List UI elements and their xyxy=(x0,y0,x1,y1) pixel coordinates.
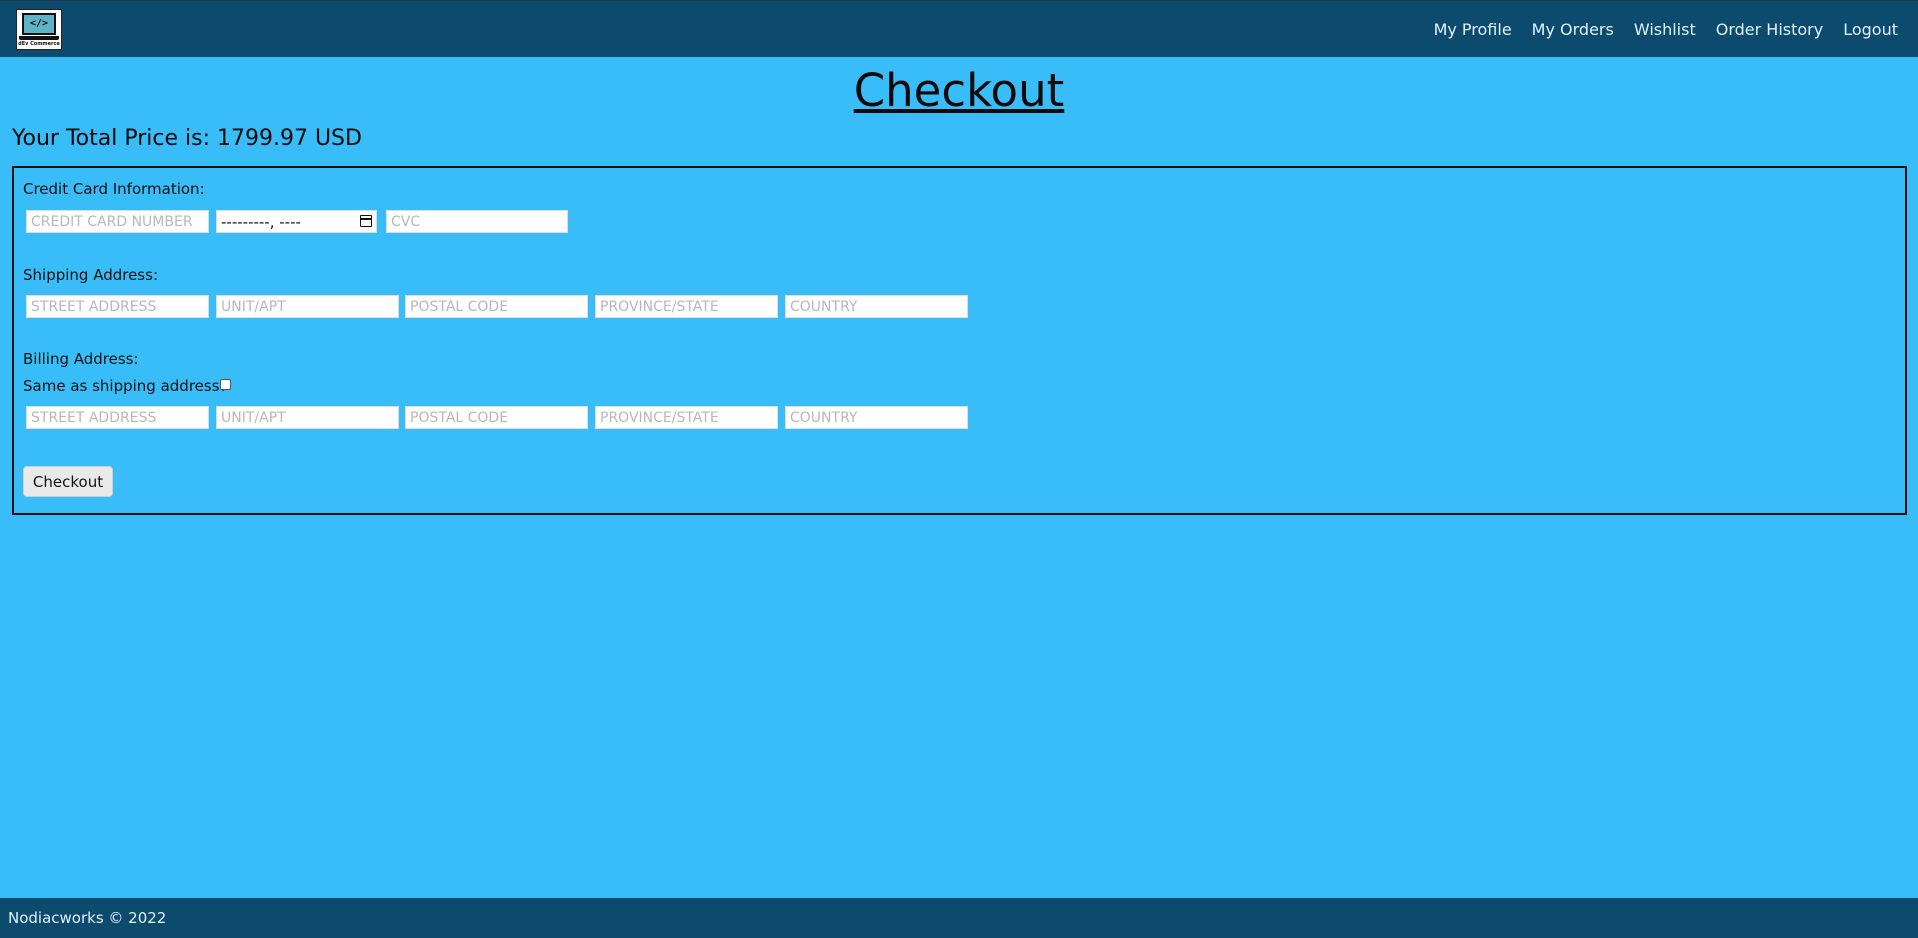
nav-link-my-profile[interactable]: My Profile xyxy=(1434,20,1512,39)
laptop-base xyxy=(19,36,59,40)
shipping-unit-input[interactable] xyxy=(216,295,399,318)
same-as-shipping-checkbox[interactable] xyxy=(220,379,231,390)
expiry-date-value: ---------, ---- xyxy=(221,213,301,231)
footer: Nodiacworks © 2022 xyxy=(0,898,1918,938)
site-logo[interactable]: </> dEv Commerce xyxy=(16,9,62,50)
calendar-icon[interactable] xyxy=(360,215,372,227)
nav-links: My Profile My Orders Wishlist Order Hist… xyxy=(1434,20,1898,39)
shipping-postal-code-input[interactable] xyxy=(405,295,588,318)
billing-address-label: Billing Address: xyxy=(23,350,139,368)
footer-copyright: Nodiacworks © 2022 xyxy=(8,909,167,927)
billing-province-input[interactable] xyxy=(595,406,778,429)
billing-country-input[interactable] xyxy=(785,406,968,429)
total-price-value: 1799.97 USD xyxy=(216,126,362,151)
shipping-street-input[interactable] xyxy=(26,295,209,318)
code-icon: </> xyxy=(22,13,56,35)
shipping-country-input[interactable] xyxy=(785,295,968,318)
shipping-address-label: Shipping Address: xyxy=(23,266,158,284)
nav-link-wishlist[interactable]: Wishlist xyxy=(1634,20,1696,39)
checkout-form: Credit Card Information: ---------, ----… xyxy=(12,166,1907,515)
nav-link-order-history[interactable]: Order History xyxy=(1716,20,1823,39)
cvc-input[interactable] xyxy=(386,210,568,233)
nav-link-logout[interactable]: Logout xyxy=(1843,20,1898,39)
same-as-shipping-label: Same as shipping address? xyxy=(23,377,228,395)
billing-postal-code-input[interactable] xyxy=(405,406,588,429)
expiry-date-input[interactable]: ---------, ---- xyxy=(216,210,377,233)
credit-card-label: Credit Card Information: xyxy=(23,180,205,198)
total-price: Your Total Price is: 1799.97 USD xyxy=(12,126,362,151)
checkout-button[interactable]: Checkout xyxy=(23,466,113,497)
billing-street-input[interactable] xyxy=(26,406,209,429)
page-title: Checkout xyxy=(853,64,1065,117)
billing-unit-input[interactable] xyxy=(216,406,399,429)
shipping-province-input[interactable] xyxy=(595,295,778,318)
navbar: </> dEv Commerce My Profile My Orders Wi… xyxy=(0,0,1918,57)
total-price-label: Your Total Price is: xyxy=(12,126,210,151)
logo-caption: dEv Commerce xyxy=(18,41,60,47)
credit-card-number-input[interactable] xyxy=(26,210,209,233)
nav-link-my-orders[interactable]: My Orders xyxy=(1532,20,1614,39)
